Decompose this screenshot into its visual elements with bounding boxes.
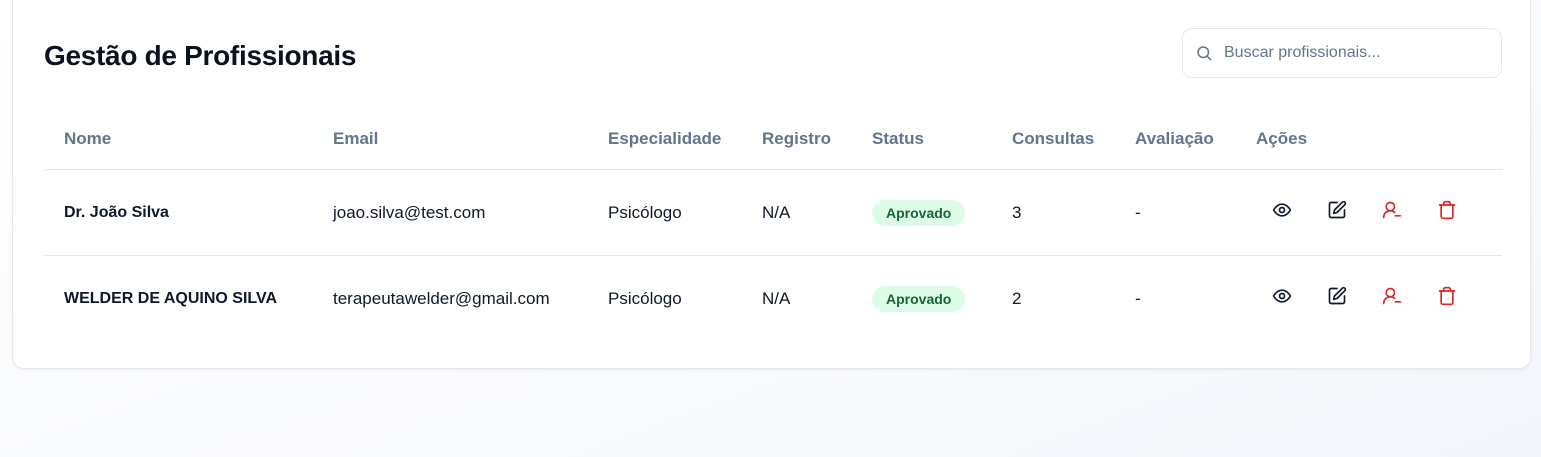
delete-button[interactable]	[1433, 285, 1461, 313]
rating-value: -	[1135, 202, 1141, 222]
status-cell: Aprovado	[872, 256, 966, 341]
delete-button[interactable]	[1433, 199, 1461, 227]
row-actions	[1256, 256, 1488, 341]
user-minus-icon	[1382, 200, 1402, 225]
trash-icon	[1437, 286, 1457, 311]
rating-value: -	[1135, 288, 1141, 308]
column-header-email[interactable]: Email	[333, 109, 378, 169]
deactivate-user-button[interactable]	[1378, 199, 1406, 227]
eye-icon	[1272, 286, 1292, 311]
status-badge: Aprovado	[872, 285, 966, 312]
professionals-card: Gestão de Profissionais Nome Email Espec…	[12, 0, 1531, 369]
status-badge: Aprovado	[872, 199, 966, 226]
professional-name: WELDER DE AQUINO SILVA	[64, 289, 278, 307]
search-input[interactable]	[1224, 44, 1484, 62]
professional-registry: N/A	[762, 202, 791, 222]
edit-button[interactable]	[1323, 285, 1351, 313]
deactivate-user-button[interactable]	[1378, 285, 1406, 313]
eye-icon	[1272, 200, 1292, 225]
table-row: Dr. João Silva joao.silva@test.com Psicó…	[44, 170, 1502, 256]
edit-icon	[1327, 286, 1347, 311]
view-button[interactable]	[1268, 199, 1296, 227]
edit-icon	[1327, 200, 1347, 225]
professional-email: joao.silva@test.com	[333, 202, 486, 222]
professionals-table: Nome Email Especialidade Registro Status…	[44, 109, 1502, 341]
search-box[interactable]	[1182, 28, 1502, 78]
edit-button[interactable]	[1323, 199, 1351, 227]
status-cell: Aprovado	[872, 170, 966, 255]
professional-name: Dr. João Silva	[64, 203, 169, 221]
user-minus-icon	[1382, 286, 1402, 311]
column-header-registro[interactable]: Registro	[762, 109, 831, 169]
table-row: WELDER DE AQUINO SILVA terapeutawelder@g…	[44, 256, 1502, 341]
consultations-count: 3	[1012, 202, 1022, 222]
column-header-consultas[interactable]: Consultas	[1012, 109, 1094, 169]
column-header-status[interactable]: Status	[872, 109, 924, 169]
search-icon	[1194, 43, 1214, 63]
row-actions	[1256, 170, 1488, 255]
page-title: Gestão de Profissionais	[44, 40, 357, 71]
trash-icon	[1437, 200, 1457, 225]
column-header-avaliacao[interactable]: Avaliação	[1135, 109, 1214, 169]
professional-specialty: Psicólogo	[608, 202, 682, 222]
consultations-count: 2	[1012, 288, 1022, 308]
view-button[interactable]	[1268, 285, 1296, 313]
column-header-nome[interactable]: Nome	[64, 109, 111, 169]
column-header-especialidade[interactable]: Especialidade	[608, 109, 721, 169]
professional-email: terapeutawelder@gmail.com	[333, 288, 550, 308]
professional-specialty: Psicólogo	[608, 288, 682, 308]
table-header-row: Nome Email Especialidade Registro Status…	[44, 109, 1502, 170]
column-header-acoes: Ações	[1256, 129, 1308, 148]
professional-registry: N/A	[762, 288, 791, 308]
